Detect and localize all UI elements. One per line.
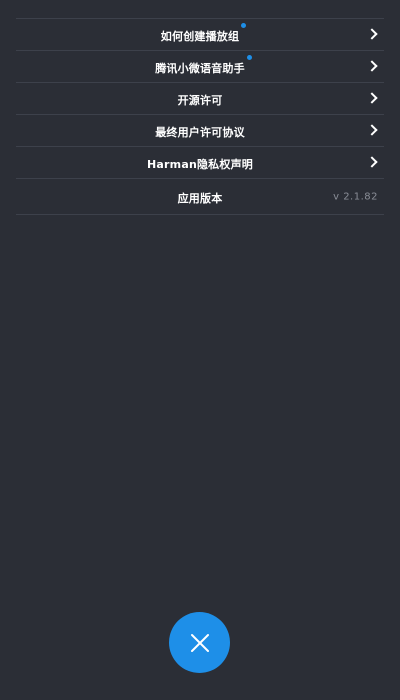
menu-item-harman-privacy[interactable]: Harman隐私权声明 [16,147,384,179]
menu-item-eula[interactable]: 最终用户许可协议 [16,115,384,147]
about-screen: 如何创建播放组 腾讯小微语音助手 开源许可 最终用户许可协议 Harman隐私权… [0,0,400,700]
app-version-label: 应用版本 [177,192,223,205]
close-icon [190,633,209,652]
app-version-value: v 2.1.82 [333,191,378,202]
menu-item-create-play-group[interactable]: 如何创建播放组 [16,19,384,51]
close-button[interactable] [169,612,230,673]
chevron-right-icon [366,123,378,136]
menu-item-label: Harman隐私权声明 [147,158,253,171]
app-version-row: 应用版本 v 2.1.82 [16,179,384,215]
about-menu-list: 如何创建播放组 腾讯小微语音助手 开源许可 最终用户许可协议 Harman隐私权… [16,18,384,215]
menu-item-open-source-licenses[interactable]: 开源许可 [16,83,384,115]
new-indicator-dot [246,55,252,60]
chevron-right-icon [366,91,378,104]
menu-item-label: 如何创建播放组 [160,30,240,43]
menu-item-tencent-voice-assistant[interactable]: 腾讯小微语音助手 [16,51,384,83]
chevron-right-icon [366,27,378,40]
chevron-right-icon [366,59,378,72]
chevron-right-icon [366,155,378,168]
menu-item-label: 腾讯小微语音助手 [155,62,245,75]
menu-item-label: 开源许可 [177,94,223,107]
new-indicator-dot [241,23,247,28]
menu-item-label: 最终用户许可协议 [155,126,245,139]
